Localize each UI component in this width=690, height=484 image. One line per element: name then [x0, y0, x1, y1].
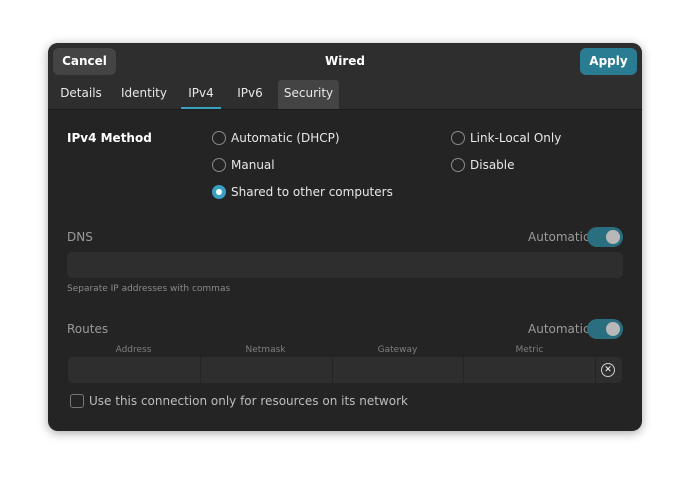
radio-shared-to-other-computers[interactable]: Shared to other computers [212, 183, 393, 201]
radio-label: Shared to other computers [231, 185, 393, 199]
divider [595, 357, 596, 383]
radio-link-local-only[interactable]: Link-Local Only [451, 129, 561, 147]
column-header-netmask: Netmask [245, 345, 286, 355]
toggle-knob [606, 230, 620, 244]
header-bar: Cancel Wired Apply Details Identity IPv4… [48, 43, 642, 110]
dns-title: DNS [67, 230, 93, 244]
circle-x-icon: ✕ [604, 365, 612, 375]
route-netmask-input[interactable] [201, 357, 332, 383]
column-header-address: Address [115, 345, 152, 355]
radio-label: Automatic (DHCP) [231, 131, 340, 145]
radio-indicator[interactable] [451, 131, 465, 145]
dns-automatic-label: Automatic [528, 230, 590, 244]
wired-settings-dialog: Cancel Wired Apply Details Identity IPv4… [48, 43, 642, 431]
tab-security[interactable]: Security [278, 80, 339, 109]
radio-indicator[interactable] [212, 158, 226, 172]
resources-only-label: Use this connection only for resources o… [89, 394, 408, 408]
resources-only-checkbox[interactable] [70, 394, 84, 408]
dialog-title: Wired [325, 54, 365, 68]
routes-automatic-toggle[interactable] [587, 319, 623, 339]
route-metric-input[interactable] [464, 357, 594, 383]
dns-hint: Separate IP addresses with commas [67, 284, 231, 294]
dns-input[interactable] [67, 252, 623, 278]
route-entry-row [68, 357, 622, 383]
routes-automatic-label: Automatic [528, 322, 590, 336]
toggle-knob [606, 322, 620, 336]
apply-button[interactable]: Apply [580, 48, 637, 75]
radio-indicator-selected[interactable] [212, 185, 226, 199]
radio-automatic-dhcp[interactable]: Automatic (DHCP) [212, 129, 340, 147]
tab-identity[interactable]: Identity [114, 80, 174, 109]
radio-label: Link-Local Only [470, 131, 562, 145]
dns-automatic-toggle[interactable] [587, 227, 623, 247]
routes-title: Routes [67, 322, 109, 336]
radio-disable[interactable]: Disable [451, 156, 515, 174]
ipv4-method-label: IPv4 Method [67, 131, 152, 145]
tab-ipv4[interactable]: IPv4 [181, 80, 221, 109]
radio-label: Disable [470, 158, 515, 172]
radio-manual[interactable]: Manual [212, 156, 275, 174]
column-header-gateway: Gateway [377, 345, 418, 355]
remove-route-button[interactable]: ✕ [601, 363, 615, 377]
tab-details[interactable]: Details [56, 80, 106, 109]
column-header-metric: Metric [515, 345, 544, 355]
route-gateway-input[interactable] [333, 357, 463, 383]
tab-ipv6[interactable]: IPv6 [231, 80, 269, 109]
radio-indicator[interactable] [451, 158, 465, 172]
radio-indicator[interactable] [212, 131, 226, 145]
route-address-input[interactable] [68, 357, 199, 383]
radio-label: Manual [231, 158, 275, 172]
